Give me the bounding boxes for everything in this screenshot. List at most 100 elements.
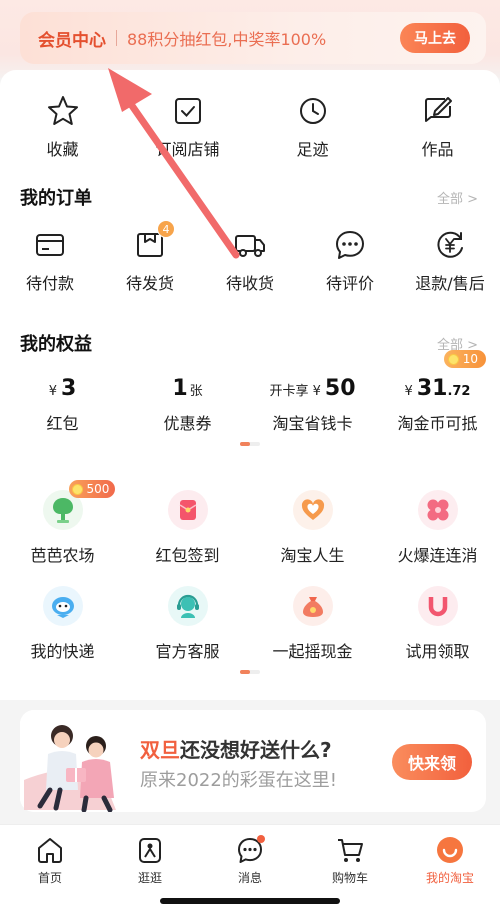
rights-page-indicator — [240, 442, 260, 446]
order-label: 待发货 — [125, 274, 174, 293]
home-icon — [38, 838, 62, 863]
tab-label: 首页 — [37, 871, 62, 885]
rights-label: 淘金币可抵 — [397, 414, 478, 433]
shortcut-footprints[interactable]: 足迹 — [250, 94, 375, 160]
order-label: 待收货 — [225, 274, 274, 293]
service-red-packet-checkin[interactable]: 红包签到 — [125, 490, 250, 566]
service-my-courier[interactable]: 我的快递 — [0, 586, 125, 662]
order-pending-review[interactable]: 待评价 — [300, 228, 400, 294]
tab-home[interactable]: 首页 — [0, 825, 100, 910]
member-promo-text: 88积分抽红包,中奖率100% — [127, 30, 327, 49]
rights-prefix: 开卡享 ¥ — [269, 384, 321, 399]
star-icon — [46, 94, 80, 128]
main-card: 收藏 订阅店铺 足迹 作品 我的订单 全部 > 待付款 4 待发货 待收货 待评… — [0, 70, 500, 710]
claim-now-button[interactable]: 快来领 — [392, 744, 472, 780]
page-indicator-active — [240, 670, 250, 674]
couple-gift-illustration — [20, 710, 140, 812]
service-match-game[interactable]: 火爆连连消 — [375, 490, 500, 566]
rights-row: ¥ 3 红包 1 张 优惠券 开卡享 ¥ 50 淘宝省钱卡 10 ¥ 31 .7… — [0, 350, 500, 434]
services-page-indicator — [240, 670, 260, 674]
rights-value: 开卡享 ¥ 50 — [269, 376, 355, 406]
truck-icon — [233, 228, 267, 262]
member-center-title[interactable]: 会员中心 — [38, 26, 106, 51]
rights-suffix: 张 — [189, 384, 203, 399]
promo-title-highlight: 双旦 — [140, 738, 180, 762]
coin-icon — [447, 353, 459, 365]
service-trial-claim[interactable]: 试用领取 — [375, 586, 500, 662]
shortcut-subscribed-shops[interactable]: 订阅店铺 — [125, 94, 250, 160]
home-indicator — [160, 898, 340, 904]
coin-icon — [71, 483, 83, 495]
rights-prefix: ¥ — [48, 384, 57, 399]
rights-coupon[interactable]: 1 张 优惠券 — [125, 376, 250, 434]
rights-value: ¥ 3 — [49, 376, 77, 406]
service-label: 我的快递 — [30, 642, 95, 661]
service-taobao-life[interactable]: 淘宝人生 — [250, 490, 375, 566]
courier-mascot-icon — [42, 586, 83, 626]
rights-amount: 50 — [324, 376, 356, 401]
service-customer-service[interactable]: 官方客服 — [125, 586, 250, 662]
order-refund-after-sale[interactable]: 退款/售后 — [400, 228, 500, 294]
rights-suffix: .72 — [447, 384, 471, 399]
rights-prefix: ¥ — [404, 384, 413, 399]
shortcut-label: 作品 — [421, 140, 454, 159]
refund-icon — [433, 228, 467, 262]
rights-label: 淘宝省钱卡 — [272, 414, 353, 433]
rights-amount: 31 — [416, 376, 448, 401]
holiday-promo-banner[interactable]: 双旦还没想好送什么? 原来2022的彩蛋在这里! 快来领 — [20, 710, 486, 812]
tab-my-taobao[interactable]: 我的淘宝 — [400, 825, 500, 910]
promo-title-rest: 还没想好送什么? — [180, 738, 332, 762]
order-pending-receipt[interactable]: 待收货 — [200, 228, 300, 294]
rights-value: 1 张 — [172, 376, 202, 406]
rights-amount: 1 — [172, 376, 188, 401]
order-count-badge: 4 — [157, 220, 175, 238]
shortcut-label: 订阅店铺 — [155, 140, 220, 159]
subscribe-check-icon — [171, 94, 205, 128]
money-bag-icon — [292, 586, 333, 626]
rights-saving-card[interactable]: 开卡享 ¥ 50 淘宝省钱卡 — [250, 376, 375, 434]
order-label: 待评价 — [325, 274, 374, 293]
points-badge-count: 500 — [86, 482, 110, 496]
member-center-bar[interactable]: 会员中心 88积分抽红包,中奖率100% 马上去 — [20, 12, 486, 64]
tab-label: 逛逛 — [137, 871, 162, 885]
clock-icon — [296, 94, 330, 128]
rights-amount: 3 — [60, 376, 77, 401]
shortcut-works[interactable]: 作品 — [375, 94, 500, 160]
orders-title: 我的订单 — [20, 188, 92, 209]
red-envelope-icon — [167, 490, 208, 530]
tree-icon: 500 — [42, 480, 116, 530]
order-pending-payment[interactable]: 待付款 — [0, 228, 100, 294]
orders-see-all-link[interactable]: 全部 > — [437, 188, 478, 207]
divider — [116, 30, 117, 46]
go-now-button[interactable]: 马上去 — [400, 23, 470, 53]
order-pending-shipment[interactable]: 4 待发货 — [100, 220, 200, 294]
rights-gold-coin[interactable]: 10 ¥ 31 .72 淘金币可抵 — [375, 350, 500, 434]
tab-label: 购物车 — [331, 871, 368, 885]
shortcut-row: 收藏 订阅店铺 足迹 作品 — [0, 94, 500, 160]
shortcut-label: 收藏 — [46, 140, 79, 159]
rights-value: ¥ 31 .72 — [405, 376, 471, 406]
service-label: 芭芭农场 — [30, 546, 95, 565]
card-icon — [33, 228, 67, 262]
promo-section: 双旦还没想好送什么? 原来2022的彩蛋在这里! 快来领 — [0, 700, 500, 822]
service-label: 火爆连连消 — [397, 546, 478, 565]
service-label: 试用领取 — [405, 642, 470, 661]
edit-note-icon — [421, 94, 455, 128]
message-icon — [238, 835, 265, 863]
tab-label: 我的淘宝 — [425, 871, 474, 885]
rights-label: 优惠券 — [163, 414, 212, 433]
shortcut-favorites[interactable]: 收藏 — [0, 94, 125, 160]
stroll-icon — [139, 838, 161, 863]
service-label: 红包签到 — [155, 546, 220, 565]
service-shake-cash[interactable]: 一起摇现金 — [250, 586, 375, 662]
tab-label: 消息 — [237, 871, 262, 885]
rights-title: 我的权益 — [20, 334, 92, 355]
service-baba-farm[interactable]: 500 芭芭农场 — [0, 480, 125, 566]
promo-title: 双旦还没想好送什么? — [140, 734, 332, 763]
page-indicator-active — [240, 442, 250, 446]
service-label: 官方客服 — [155, 642, 220, 661]
rights-red-packet[interactable]: ¥ 3 红包 — [0, 376, 125, 434]
services-row-1: 500 芭芭农场 红包签到 淘宝人生 火爆连连消 — [0, 480, 500, 566]
member-banner: 会员中心 88积分抽红包,中奖率100% 马上去 — [0, 0, 500, 78]
service-label: 淘宝人生 — [280, 546, 345, 565]
